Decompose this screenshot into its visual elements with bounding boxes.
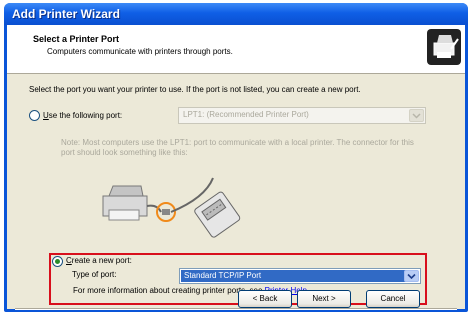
- lpt-note: Note: Most computers use the LPT1: port …: [61, 138, 414, 157]
- wizard-content: Select the port you want your printer to…: [7, 74, 465, 262]
- port-type-value: Standard TCP/IP Port: [181, 270, 406, 282]
- chevron-down-icon: [409, 109, 424, 122]
- printer-cable-illustration: [95, 158, 245, 258]
- next-button[interactable]: Next >: [297, 290, 351, 308]
- use-following-port-label[interactable]: Use the following port:: [43, 111, 122, 120]
- button-divider: [15, 308, 457, 310]
- chevron-down-icon: [404, 270, 419, 282]
- cancel-button[interactable]: Cancel: [366, 290, 420, 308]
- title-bar[interactable]: Add Printer Wizard: [4, 3, 468, 25]
- window-title: Add Printer Wizard: [12, 7, 120, 21]
- header-subtitle: Computers communicate with printers thro…: [47, 47, 233, 56]
- use-following-port-radio[interactable]: [29, 110, 40, 121]
- create-new-port-radio[interactable]: [52, 256, 63, 267]
- intro-text: Select the port you want your printer to…: [29, 85, 361, 94]
- header-title: Select a Printer Port: [33, 34, 120, 44]
- wizard-window: Add Printer Wizard Select a Printer Port…: [4, 3, 468, 312]
- back-button[interactable]: < Back: [238, 290, 292, 308]
- existing-port-select[interactable]: LPT1: (Recommended Printer Port): [178, 107, 426, 124]
- create-new-port-label[interactable]: Create a new port:: [66, 256, 132, 265]
- wizard-header: Select a Printer Port Computers communic…: [7, 25, 465, 74]
- wizard-client-area: Select a Printer Port Computers communic…: [7, 25, 465, 310]
- type-of-port-label: Type of port:: [72, 270, 117, 279]
- existing-port-value: LPT1: (Recommended Printer Port): [183, 110, 309, 119]
- port-type-select[interactable]: Standard TCP/IP Port: [179, 268, 421, 284]
- printer-port-icon: [427, 29, 461, 65]
